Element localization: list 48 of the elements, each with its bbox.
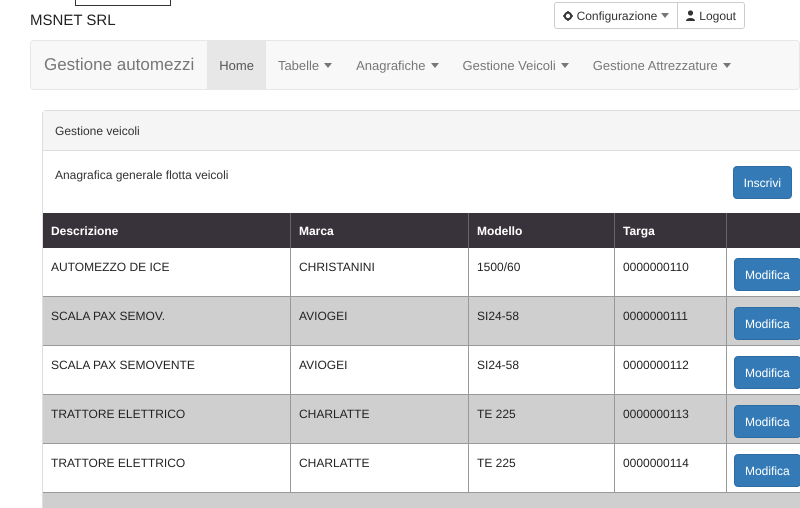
panel-heading: Gestione veicoli: [43, 111, 800, 151]
nav-item[interactable]: Home: [207, 41, 266, 89]
user-icon: [686, 10, 696, 21]
table-cell: 0000000112: [615, 346, 727, 395]
caret-icon: [430, 62, 439, 68]
caret-icon: [722, 62, 731, 68]
table-cell: CHRISTANINI: [291, 248, 469, 297]
column-header: Targa: [615, 213, 727, 248]
column-header: Marca: [291, 213, 469, 248]
table-cell: CHARLATTE: [291, 444, 469, 493]
table-cell: SCALA PAX SEMOVENTE: [43, 346, 291, 395]
column-header: Descrizione: [43, 213, 291, 248]
top-button[interactable]: Configurazione: [554, 2, 678, 29]
nav-item[interactable]: Gestione Veicoli: [450, 41, 581, 89]
edit-button[interactable]: Modifica: [734, 307, 800, 340]
table-cell: SI24-58: [469, 297, 615, 346]
table-cell: 0000000111: [615, 297, 727, 346]
table-cell: CHARLATTE: [291, 395, 469, 444]
table-cell: TRATTORE ELETTRICO: [43, 395, 291, 444]
navbar-title: Gestione automezzi: [43, 54, 196, 76]
edit-button[interactable]: Modifica: [734, 356, 800, 389]
nav-item[interactable]: Gestione Attrezzature: [580, 41, 743, 89]
table-cell: SCALA PAX SEMOV.: [43, 297, 291, 346]
caret-icon: [324, 62, 332, 68]
column-header: Modello: [469, 213, 615, 248]
table-cell: 1500/60: [469, 248, 615, 297]
table-cell: TE 225: [469, 395, 615, 444]
caret-icon: [661, 13, 670, 18]
edit-button[interactable]: Modifica: [734, 405, 800, 438]
table-cell: 0000000110: [615, 248, 727, 297]
table-cell: TRATTORE ELETTRICO: [43, 444, 291, 493]
edit-button[interactable]: Modifica: [734, 258, 800, 291]
table-cell: AVIOGEI: [291, 297, 469, 346]
brand-name: MSNET SRL: [30, 12, 116, 29]
caret-icon: [560, 62, 569, 68]
nav-item[interactable]: Anagrafiche: [344, 41, 451, 89]
gear-icon: [562, 10, 573, 20]
table-cell: 0000000113: [615, 395, 727, 444]
panel-description: Anagrafica generale flotta veicoli: [55, 168, 228, 184]
table-cell: AUTOMEZZO DE ICE: [43, 248, 291, 297]
table-cell: 0000000114: [615, 444, 727, 493]
table-cell: TE 225: [469, 444, 615, 493]
table-cell: AVIOGEI: [291, 346, 469, 395]
add-button[interactable]: Inscrivi: [732, 166, 792, 199]
edit-button[interactable]: Modifica: [734, 454, 800, 487]
table-cell: SI24-58: [469, 346, 615, 395]
top-button[interactable]: Logout: [677, 2, 745, 29]
nav-item[interactable]: Tabelle: [266, 41, 344, 89]
